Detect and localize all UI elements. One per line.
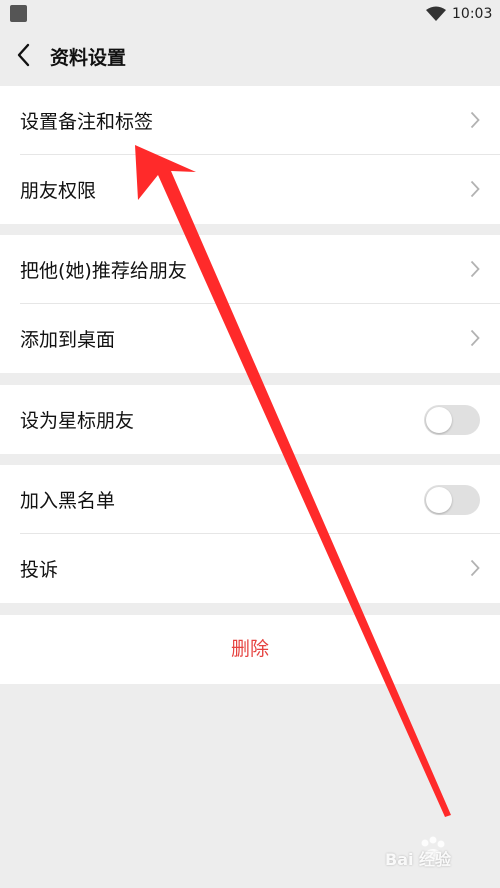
row-label: 添加到桌面 xyxy=(20,329,116,351)
settings-group-remark: 设置备注和标签 朋友权限 xyxy=(0,86,500,224)
watermark: Bai 经验 xyxy=(385,832,485,876)
star-friend-toggle[interactable] xyxy=(424,405,480,435)
settings-group-block: 加入黑名单 投诉 xyxy=(0,465,500,603)
settings-group-star: 设为星标朋友 xyxy=(0,385,500,454)
row-add-to-desktop[interactable]: 添加到桌面 xyxy=(0,304,500,373)
chevron-right-icon xyxy=(470,559,480,577)
row-blacklist: 加入黑名单 xyxy=(0,465,500,534)
chevron-right-icon xyxy=(470,111,480,129)
row-label: 投诉 xyxy=(20,559,59,581)
row-recommend-to-friend[interactable]: 把他(她)推荐给朋友 xyxy=(0,235,500,304)
row-complain[interactable]: 投诉 xyxy=(0,534,500,603)
row-label: 把他(她)推荐给朋友 xyxy=(20,260,187,282)
row-label: 朋友权限 xyxy=(20,180,97,202)
delete-group: 删除 xyxy=(0,615,500,684)
settings-group-share: 把他(她)推荐给朋友 添加到桌面 xyxy=(0,235,500,373)
row-label: 设置备注和标签 xyxy=(20,111,154,133)
notification-icon xyxy=(10,5,27,22)
row-label: 加入黑名单 xyxy=(20,490,116,512)
chevron-right-icon xyxy=(470,260,480,278)
watermark-text: Bai 经验 xyxy=(385,850,452,869)
wifi-icon xyxy=(426,6,446,21)
toggle-knob xyxy=(426,487,452,513)
row-friend-permissions[interactable]: 朋友权限 xyxy=(0,155,500,224)
toggle-knob xyxy=(426,407,452,433)
back-arrow-icon[interactable] xyxy=(14,42,34,68)
chevron-right-icon xyxy=(470,180,480,198)
page-title: 资料设置 xyxy=(50,47,127,69)
blacklist-toggle[interactable] xyxy=(424,485,480,515)
nav-bar: 资料设置 xyxy=(0,28,500,87)
chevron-right-icon xyxy=(470,329,480,347)
row-star-friend: 设为星标朋友 xyxy=(0,385,500,454)
row-set-remark-tags[interactable]: 设置备注和标签 xyxy=(0,86,500,155)
delete-label: 删除 xyxy=(230,638,269,660)
delete-button[interactable]: 删除 xyxy=(0,615,500,684)
row-label: 设为星标朋友 xyxy=(20,410,135,432)
status-bar: 10:03 xyxy=(0,0,500,28)
status-time: 10:03 xyxy=(452,6,493,22)
